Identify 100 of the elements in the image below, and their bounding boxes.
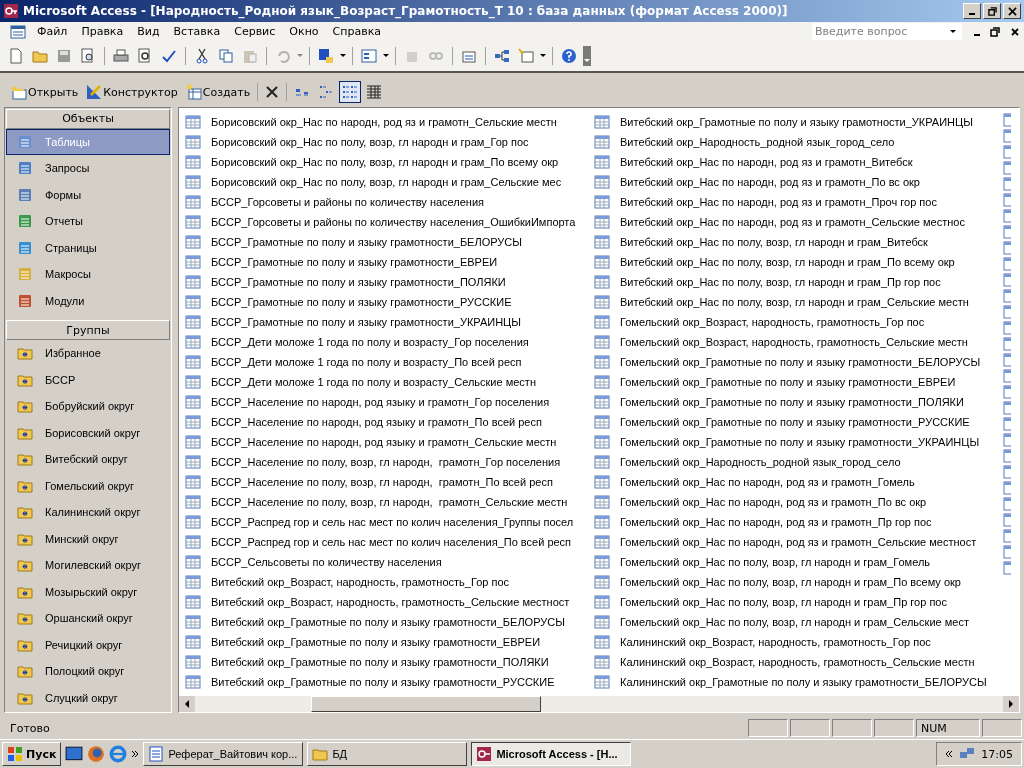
taskbar-button[interactable]: БД	[307, 742, 468, 766]
minimize-icon[interactable]	[974, 33, 980, 36]
group-item[interactable]: БССР	[6, 366, 170, 393]
group-item[interactable]: Бобруйский округ	[6, 392, 170, 420]
group-item[interactable]: Калининский округ	[6, 499, 170, 526]
table-item[interactable]: Гомельский окр_Нас по полу, возр, гл народн и грам_Сельские мест	[594, 612, 1003, 632]
table-item[interactable]: Калининский окр_Возраст, народность, грамотность_Сельские местн	[594, 652, 1003, 672]
group-item[interactable]: Борисовский округ	[6, 419, 170, 446]
menu-item[interactable]: Вставка	[166, 25, 228, 38]
table-item[interactable]: Витебский окр_Нас по полу, возр, гл народн и грам_Пр гор пос	[594, 272, 1003, 292]
table-item[interactable]: БССР_Горсоветы и районы по количеству населения	[185, 192, 594, 212]
table-item[interactable]: Витебский окр_Нас по народн, род яз и грамотн_По вс окр	[594, 172, 1003, 192]
table-item[interactable]: Витебский окр_Грамотные по полу и языку грамотности_БЕЛОРУСЫ	[185, 612, 594, 632]
table-item[interactable]: Витебский окр_Грамотные по полу и языку грамотности_ПОЛЯКИ	[185, 652, 594, 672]
table-item[interactable]: Гомельский окр_Грамотные по полу и языку грамотности_ПОЛЯКИ	[594, 392, 1003, 412]
table-item[interactable]: Витебский окр_Нас по народн, род яз и грамотн_Сельские местнос	[594, 212, 1003, 232]
group-item[interactable]: Минский округ	[6, 525, 170, 552]
table-item[interactable]: Борисовский окр_Нас по полу, возр, гл народн и грам_По всему окр	[185, 152, 594, 172]
table-item[interactable]: БССР_Грамотные по полу и языку грамотности_РУССКИЕ	[185, 292, 594, 312]
table-item[interactable]: Витебский окр_Народность_родной язык_город_село	[594, 132, 1003, 152]
group-item[interactable]: Полоцкий округ	[6, 658, 170, 685]
toolbar-button[interactable]: Конструктор	[83, 82, 181, 102]
help-icon[interactable]	[559, 46, 579, 66]
restore-button[interactable]	[983, 3, 1001, 19]
object-type-item[interactable]: Страницы	[6, 234, 170, 262]
view-button[interactable]	[339, 81, 362, 103]
table-item[interactable]: БССР_Распред гор и сель нас мест по колич населения_Группы посел	[185, 512, 594, 532]
menu-item[interactable]: Сервис	[227, 25, 283, 38]
table-item[interactable]: БССР_Дети моложе 1 года по полу и возрасту_По всей респ	[185, 352, 594, 372]
table-item[interactable]: БССР_Население по народн, род языку и грамотн_Гор поселения	[185, 392, 594, 412]
scroll-right-icon[interactable]	[1003, 696, 1019, 712]
table-item[interactable]: Борисовский окр_Нас по народн, род яз и грамотн_Сельские местн	[185, 112, 594, 132]
toolbar-button[interactable]: Создать	[182, 82, 254, 102]
menu-item[interactable]: Вид	[130, 25, 167, 38]
table-item[interactable]: БССР_Дети моложе 1 года по полу и возрасту_Гор поселения	[185, 332, 594, 352]
table-item[interactable]: Гомельский окр_Грамотные по полу и языку грамотности_УКРАИНЦЫ	[594, 432, 1003, 452]
table-item[interactable]: Витебский окр_Нас по народн, род яз и грамотн_Витебск	[594, 152, 1003, 172]
table-item[interactable]: БССР_Распред гор и сель нас мест по колич населения_По всей респ	[185, 532, 594, 552]
horizontal-scrollbar[interactable]	[179, 696, 1019, 712]
table-item[interactable]: Гомельский окр_Грамотные по полу и языку грамотности_БЕЛОРУСЫ	[594, 352, 1003, 372]
table-item[interactable]: БССР_Население по полу, возр, гл народн, грамотн_Гор поселения	[185, 452, 594, 472]
table-item[interactable]: Гомельский окр_Грамотные по полу и языку грамотности_ЕВРЕИ	[594, 372, 1003, 392]
table-item[interactable]: БССР_Население по народн, род языку и грамотн_Сельские местн	[185, 432, 594, 452]
table-item[interactable]: Гомельский окр_Нас по полу, возр, гл народн и грам_Пр гор пос	[594, 592, 1003, 612]
table-item[interactable]: Гомельский окр_Грамотные по полу и языку грамотности_РУССКИЕ	[594, 412, 1003, 432]
fox-globe-icon[interactable]	[87, 745, 106, 763]
object-type-item[interactable]: Модули	[6, 287, 170, 315]
close-icon[interactable]	[1010, 26, 1020, 37]
table-item[interactable]: Витебский окр_Грамотные по полу и языку грамотности_РУССКИЕ	[185, 672, 594, 692]
close-button[interactable]	[1003, 3, 1021, 19]
table-item[interactable]: Витебский окр_Нас по полу, возр, гл народн и грам_Сельские местн	[594, 292, 1003, 312]
table-item[interactable]: БССР_Грамотные по полу и языку грамотности_ЕВРЕИ	[185, 252, 594, 272]
table-item[interactable]: Гомельский окр_Нас по народн, род яз и грамотн_Пр гор пос	[594, 512, 1003, 532]
taskbar-button[interactable]: Microsoft Access - [Н...	[471, 742, 632, 766]
table-item[interactable]: БССР_Население по полу, возр, гл народн, грамотн_По всей респ	[185, 472, 594, 492]
table-item[interactable]: БССР_Население по полу, возр, гл народн, грамотн_Сельские местн	[185, 492, 594, 512]
group-item[interactable]: Речицкий округ	[6, 631, 170, 659]
scrollbar-thumb[interactable]	[311, 696, 541, 712]
table-item[interactable]: Витебский окр_Грамотные по полу и языку грамотности_ЕВРЕИ	[185, 632, 594, 652]
object-type-item[interactable]: Макросы	[6, 261, 170, 288]
table-item[interactable]: Борисовский окр_Нас по полу, возр, гл народн и грам_Гор пос	[185, 132, 594, 152]
table-item[interactable]: Гомельский окр_Возраст, народность, грамотность_Сельские местн	[594, 332, 1003, 352]
word-document-icon[interactable]	[316, 46, 336, 66]
form-icon[interactable]	[359, 46, 379, 66]
table-item[interactable]: Гомельский окр_Нас по полу, возр, гл народн и грам_Гомель	[594, 552, 1003, 572]
table-item[interactable]: Витебский окр_Нас по полу, возр, гл народн и грам_По всему окр	[594, 252, 1003, 272]
table-item[interactable]: Гомельский окр_Нас по народн, род яз и грамотн_Гомель	[594, 472, 1003, 492]
caret-icon[interactable]	[340, 54, 346, 58]
group-item[interactable]: Оршанский округ	[6, 605, 170, 632]
table-item[interactable]: Витебский окр_Возраст, народность, грамотность_Сельские местност	[185, 592, 594, 612]
minimize-button[interactable]	[963, 3, 981, 19]
table-item[interactable]: Витебский окр_Нас по народн, род яз и грамотн_Проч гор пос	[594, 192, 1003, 212]
object-type-item[interactable]: Формы	[6, 181, 170, 209]
table-item[interactable]: БССР_Население по народн, род языку и грамотн_По всей респ	[185, 412, 594, 432]
desktop-icon[interactable]	[65, 745, 84, 763]
help-search-field[interactable]: Введите вопрос	[812, 23, 962, 40]
scroll-left-icon[interactable]	[179, 696, 195, 712]
group-item[interactable]: Гомельский округ	[6, 472, 170, 499]
object-type-item[interactable]: Запросы	[6, 155, 170, 182]
table-item[interactable]: БССР_Грамотные по полу и языку грамотности_ПОЛЯКИ	[185, 272, 594, 292]
menu-item[interactable]: Файл	[30, 25, 75, 38]
table-item[interactable]: БССР_Грамотные по полу и языку грамотности_УКРАИНЦЫ	[185, 312, 594, 332]
group-item[interactable]: Могилевский округ	[6, 552, 170, 579]
table-item[interactable]: БССР_Дети моложе 1 года по полу и возрасту_Сельские местн	[185, 372, 594, 392]
table-item[interactable]: Борисовский окр_Нас по полу, возр, гл народн и грам_Сельские мес	[185, 172, 594, 192]
object-type-item[interactable]: Отчеты	[6, 208, 170, 235]
caret-icon[interactable]	[383, 54, 389, 58]
menu-item[interactable]: Окно	[282, 25, 326, 38]
table-item[interactable]: Гомельский окр_Нас по народн, род яз и грамотн_По вс окр	[594, 492, 1003, 512]
table-item[interactable]: БССР_Горсоветы и районы по количеству населения_ОшибкиИмпорта	[185, 212, 594, 232]
group-item[interactable]: Избранное	[6, 339, 170, 367]
more-chevron-icon[interactable]	[131, 750, 140, 758]
table-item[interactable]: БССР_Грамотные по полу и языку грамотности_БЕЛОРУСЫ	[185, 232, 594, 252]
menu-item[interactable]: Правка	[74, 25, 131, 38]
menu-item[interactable]: Справка	[325, 25, 389, 38]
table-item[interactable]: Калининский окр_Возраст, народность, грамотность_Гор пос	[594, 632, 1003, 652]
table-item[interactable]: Витебский окр_Возраст, народность, грамотность_Гор пос	[185, 572, 594, 592]
toolbar-options-icon[interactable]	[583, 43, 591, 69]
toolbar-button[interactable]: Открыть	[8, 82, 82, 102]
caret-icon[interactable]	[540, 54, 546, 58]
